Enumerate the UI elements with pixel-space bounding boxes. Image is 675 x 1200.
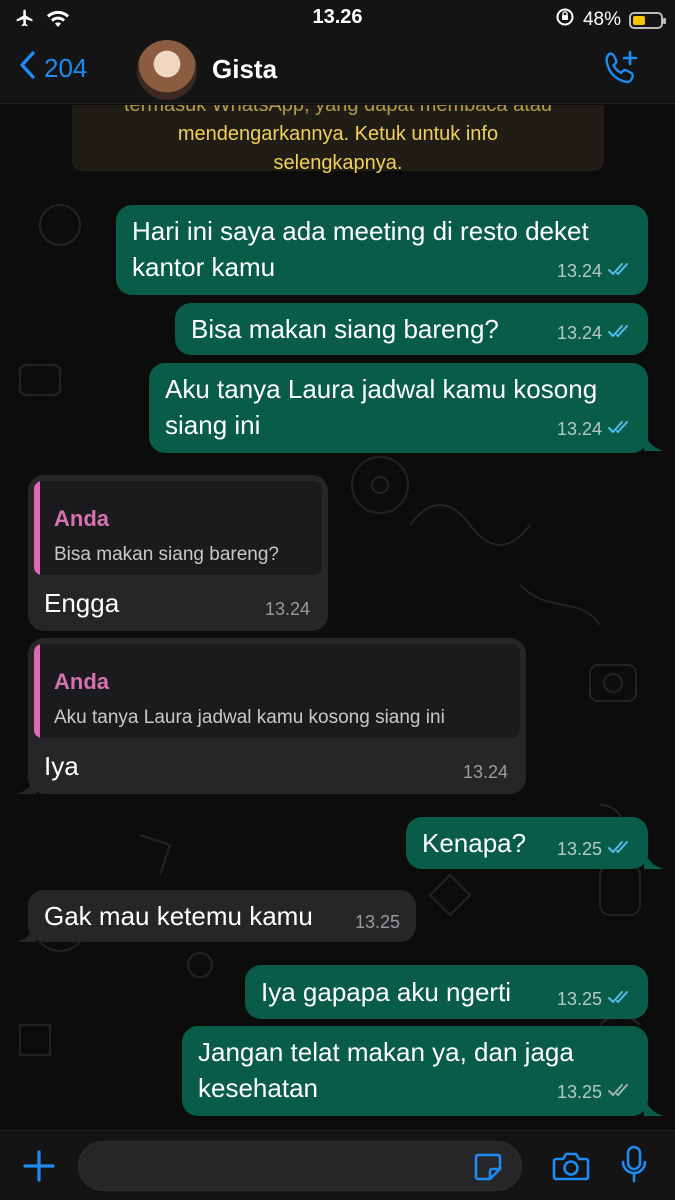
message-text-line: Bisa makan siang bareng? [191,314,499,344]
message-text-line: Aku tanya Laura jadwal kamu kosong [165,374,598,404]
read-receipt-icon [608,253,634,289]
quote-text: Bisa makan siang bareng? [54,544,279,565]
outgoing-message[interactable]: Aku tanya Laura jadwal kamu kosong siang… [149,363,648,453]
message-text-line: Jangan telat makan ya, dan jaga [198,1037,574,1067]
sent-receipt-icon [608,1074,634,1110]
back-button[interactable]: 204 [18,50,87,87]
message-time: 13.25 [556,839,602,859]
message-text-line: kesehatan [198,1073,318,1103]
message-time: 13.25 [354,912,400,932]
chat-header: 204 Gista [0,36,675,104]
bubble-tail [16,774,36,794]
bubble-tail [644,431,664,451]
bubble-tail [644,1096,664,1116]
contact-name[interactable]: Gista [212,54,277,85]
bubble-tail [644,849,664,869]
message-time: 13.24 [556,419,602,439]
message-time: 13.25 [556,1082,602,1102]
outgoing-message[interactable]: Bisa makan siang bareng? 13.24 [175,303,648,355]
message-text-line: Engga [44,588,120,618]
phone-plus-icon [605,50,638,84]
bubble-tail [16,922,36,942]
quoted-message[interactable]: Anda Aku tanya Laura jadwal kamu kosong … [34,644,520,738]
incoming-message[interactable]: Gak mau ketemu kamu 13.25 [28,890,416,942]
attach-button[interactable] [22,1149,56,1188]
quote-text: Aku tanya Laura jadwal kamu kosong siang… [54,707,445,728]
incoming-message[interactable]: Anda Bisa makan siang bareng? Engga 13.2… [28,475,328,631]
avatar[interactable] [137,40,197,100]
read-receipt-icon [608,981,634,1017]
read-receipt-icon [608,315,634,351]
message-text-line: kantor kamu [132,252,276,282]
message-time: 13.24 [462,762,508,782]
status-bar: 13.26 48% [0,0,675,36]
encryption-notice[interactable]: termasuk WhatsApp, yang dapat membaca at… [72,105,604,174]
message-time: 13.25 [556,989,602,1009]
plus-icon [23,1150,55,1182]
outgoing-message[interactable]: Hari ini saya ada meeting di resto deket… [116,205,648,295]
read-receipt-icon [608,831,634,867]
message-text-line: Gak mau ketemu kamu [44,901,313,931]
incoming-message[interactable]: Anda Aku tanya Laura jadwal kamu kosong … [28,638,526,794]
sticker-button[interactable] [472,1151,504,1188]
message-input[interactable] [78,1141,522,1191]
battery-percent: 48% [582,9,621,30]
microphone-icon [621,1145,647,1183]
message-time: 13.24 [556,323,602,343]
outgoing-message[interactable]: Jangan telat makan ya, dan jaga kesehata… [182,1026,648,1116]
compose-bar [0,1130,675,1200]
camera-icon [552,1152,590,1181]
chevron-left-icon [18,50,36,87]
quote-author: Anda [54,669,109,694]
sticker-icon [474,1153,502,1181]
chat-area[interactable]: termasuk WhatsApp, yang dapat membaca at… [0,105,675,1130]
orientation-lock-icon [555,7,575,33]
microphone-button[interactable] [620,1145,648,1190]
unread-count: 204 [44,53,88,83]
add-call-button[interactable] [601,48,641,93]
message-time: 13.24 [264,599,310,619]
message-text-line: Kenapa? [422,828,527,858]
outgoing-message[interactable]: Iya gapapa aku ngerti 13.25 [245,965,648,1019]
message-text-line: Hari ini saya ada meeting di resto deket [132,216,589,246]
camera-button[interactable] [552,1150,590,1187]
quoted-message[interactable]: Anda Bisa makan siang bareng? [34,481,322,575]
outgoing-message[interactable]: Kenapa? 13.25 [406,817,648,869]
message-text-line: siang ini [165,410,261,440]
message-time: 13.24 [556,261,602,281]
message-text-line: Iya gapapa aku ngerti [261,977,512,1007]
read-receipt-icon [608,411,634,447]
message-text-line: Iya [44,751,79,781]
quote-author: Anda [54,506,109,531]
battery-icon [629,11,666,29]
